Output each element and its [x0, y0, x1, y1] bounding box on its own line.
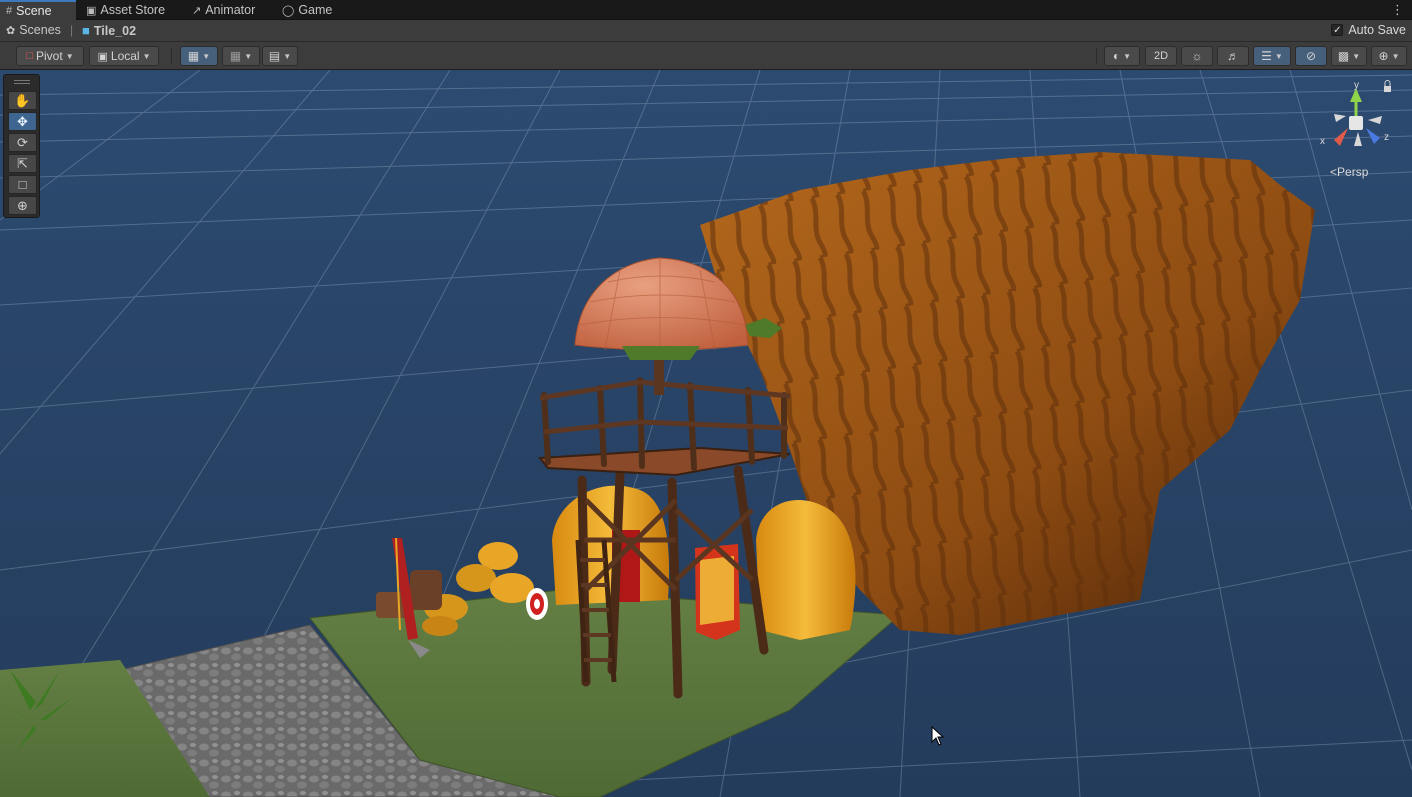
chevron-down-icon: ▼ — [244, 51, 253, 61]
effects-dropdown[interactable]: ☰ ▼ — [1253, 46, 1291, 66]
mouse-cursor-icon — [931, 726, 945, 746]
local-cube-icon: ▣ — [97, 50, 108, 63]
perspective-icon: < — [1330, 165, 1338, 179]
unity-logo-icon: ✿ — [6, 24, 16, 37]
ruler-snap-toggle[interactable]: ▤ ▼ — [262, 46, 298, 66]
camera-settings-dropdown[interactable]: ▩ ▼ — [1331, 46, 1367, 66]
orientation-gizmo[interactable]: y x z — [1318, 76, 1398, 166]
draw-mode-dropdown[interactable]: ◐ ▼ — [1104, 46, 1140, 66]
hand-icon: ✋ — [14, 92, 31, 108]
auto-save-label: Auto Save — [1348, 23, 1406, 37]
tab-game[interactable]: ◯ Game — [282, 0, 332, 20]
scene-toolbar: □ Pivot ▼ ▣ Local ▼ ▦ ▼ ▦ ▼ ▤ ▼ ◐ ▼ 2D ☼… — [0, 42, 1412, 70]
lighting-toggle[interactable]: ☼ — [1181, 46, 1213, 66]
scale-icon: ⇱ — [17, 155, 28, 171]
eye-slash-icon: ⊘ — [1305, 49, 1317, 63]
shopping-bag-icon: ▣ — [86, 4, 97, 17]
rotate-tool-button[interactable]: ⟳ — [8, 133, 37, 152]
chevron-down-icon: ▼ — [283, 51, 292, 61]
breadcrumb-prefab[interactable]: ■ Tile_02 — [82, 23, 136, 38]
tab-animator[interactable]: ↗ Animator — [192, 0, 255, 20]
projection-toggle[interactable]: <Persp — [1330, 165, 1368, 179]
transform-icon: ⊕ — [17, 197, 28, 213]
chevron-down-icon: ▼ — [1352, 51, 1361, 61]
tab-scene[interactable]: # Scene — [0, 0, 76, 20]
incremental-snap-toggle[interactable]: ▦ ▼ — [222, 46, 260, 66]
tab-scene-label: Scene — [16, 4, 52, 18]
toolbar-divider — [171, 48, 172, 64]
z-axis-cone — [1366, 128, 1380, 144]
tab-animator-label: Animator — [205, 3, 256, 17]
tab-asset-store-label: Asset Store — [100, 3, 166, 17]
rect-tool-button[interactable]: □ — [8, 175, 37, 194]
light-bulb-icon: ☼ — [1191, 49, 1203, 63]
scene-viewport[interactable] — [0, 70, 1412, 797]
more-options-icon[interactable]: ⋮ — [1391, 2, 1404, 18]
pivot-dropdown[interactable]: □ Pivot ▼ — [16, 46, 84, 66]
speaker-muted-icon: ♬ — [1227, 49, 1239, 63]
chevron-down-icon: ▼ — [1274, 51, 1283, 61]
pivot-label: Pivot — [36, 49, 63, 63]
breadcrumb-prefab-label: Tile_02 — [93, 23, 137, 38]
rotate-icon: ⟳ — [17, 134, 28, 150]
scene-render — [0, 70, 1412, 797]
tab-game-label: Game — [298, 3, 333, 17]
camera-icon: ▩ — [1337, 49, 1350, 63]
chevron-down-icon: ▼ — [142, 51, 151, 61]
grid-snap-icon: ▦ — [187, 49, 200, 63]
tab-asset-store[interactable]: ▣ Asset Store — [86, 0, 165, 20]
projection-label: Persp — [1337, 165, 1369, 179]
gizmo-y-label: y — [1354, 80, 1359, 91]
chevron-down-icon: ▼ — [202, 51, 211, 61]
gizmo-z-label: z — [1384, 132, 1389, 143]
scale-tool-button[interactable]: ⇱ — [8, 154, 37, 173]
toggle-2d-label: 2D — [1153, 50, 1169, 62]
breadcrumb-separator: | — [70, 23, 74, 37]
auto-save-checkbox[interactable]: ✓ — [1331, 24, 1344, 36]
transform-tool-button[interactable]: ⊕ — [8, 196, 37, 215]
x-axis-cone — [1334, 128, 1348, 146]
animator-icon: ↗ — [192, 4, 202, 17]
window-tab-bar: # Scene ▣ Asset Store ↗ Animator ◯ Game … — [0, 0, 1412, 20]
lock-icon — [1384, 86, 1391, 92]
layers-icon: ☰ — [1261, 49, 1272, 63]
chevron-down-icon: ▼ — [1123, 51, 1132, 61]
breadcrumb-scenes-label: Scenes — [19, 23, 61, 37]
breadcrumb-scenes[interactable]: ✿ Scenes — [6, 23, 61, 37]
gizmos-dropdown[interactable]: ⊕ ▼ — [1371, 46, 1407, 66]
local-label: Local — [110, 49, 140, 63]
audio-toggle[interactable]: ♬ — [1217, 46, 1249, 66]
grid-icon: # — [6, 5, 13, 17]
chevron-down-icon: ▼ — [65, 51, 74, 61]
rect-transform-icon: □ — [18, 177, 27, 192]
move-arrows-icon: ✥ — [17, 113, 28, 129]
palette-drag-handle[interactable] — [14, 80, 30, 84]
ruler-icon: ▤ — [268, 49, 281, 63]
grid-snap-toggle[interactable]: ▦ ▼ — [180, 46, 218, 66]
gamepad-icon: ◯ — [282, 4, 295, 17]
tool-palette: ✋ ✥ ⟳ ⇱ □ ⊕ — [3, 74, 40, 218]
toggle-2d-button[interactable]: 2D — [1145, 46, 1177, 66]
gizmo-x-label: x — [1320, 136, 1325, 147]
shading-sphere-icon: ◐ — [1112, 49, 1121, 63]
snap-icon: ▦ — [229, 49, 242, 63]
prefab-cube-icon: ■ — [82, 23, 90, 38]
chevron-down-icon: ▼ — [1391, 51, 1400, 61]
move-tool-button[interactable]: ✥ — [8, 112, 37, 131]
pivot-icon: □ — [26, 50, 34, 62]
scene-visibility-toggle[interactable]: ⊘ — [1295, 46, 1327, 66]
hand-tool-button[interactable]: ✋ — [8, 91, 37, 110]
breadcrumb-bar: ✿ Scenes | ■ Tile_02 ✓ Auto Save — [0, 20, 1412, 42]
local-dropdown[interactable]: ▣ Local ▼ — [89, 46, 159, 66]
auto-save-toggle[interactable]: ✓ Auto Save — [1331, 23, 1406, 37]
gizmo-globe-icon: ⊕ — [1378, 49, 1389, 63]
toolbar-divider — [1096, 48, 1097, 64]
